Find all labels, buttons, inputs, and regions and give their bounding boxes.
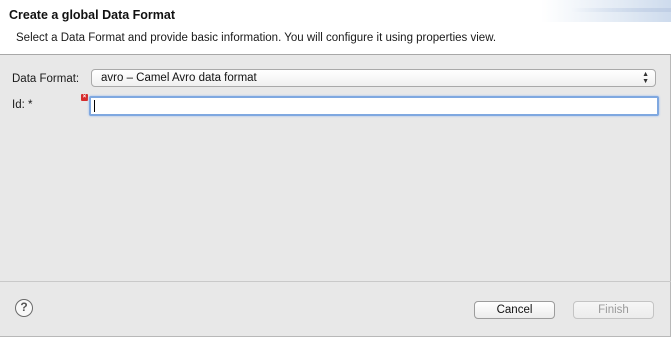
error-icon: × (81, 94, 88, 101)
finish-button[interactable]: Finish (573, 301, 654, 319)
data-format-label: Data Format: (12, 73, 80, 85)
header-banner-graphic (541, 0, 671, 22)
dialog-description: Select a Data Format and provide basic i… (16, 32, 497, 44)
create-data-format-dialog: Create a global Data Format Select a Dat… (0, 0, 671, 337)
footer-separator (0, 281, 671, 282)
help-glyph: ? (20, 300, 28, 314)
data-format-select[interactable]: avro – Camel Avro data format ▲ ▼ (91, 69, 656, 87)
id-input[interactable] (89, 96, 659, 116)
text-caret (94, 100, 95, 112)
question-mark-icon[interactable]: ? (15, 299, 33, 317)
dialog-header: Create a global Data Format Select a Dat… (0, 0, 671, 55)
data-format-selected-value: avro – Camel Avro data format (101, 72, 257, 84)
cancel-button[interactable]: Cancel (474, 301, 555, 319)
dialog-title: Create a global Data Format (9, 8, 176, 22)
id-label: Id: * (12, 99, 33, 111)
select-arrows-icon: ▲ ▼ (642, 71, 649, 85)
